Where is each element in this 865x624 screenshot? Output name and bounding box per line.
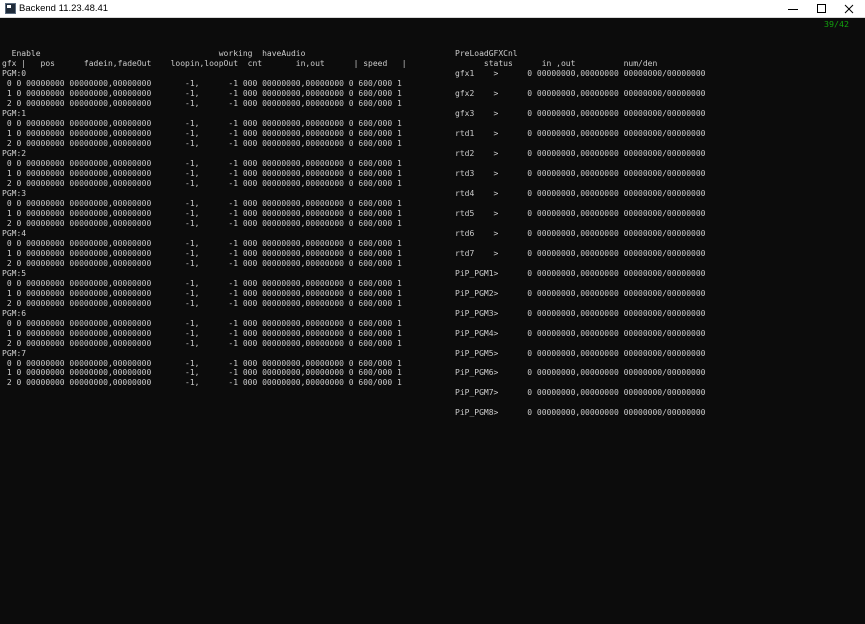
console-line: 2 0 00000000 00000000,00000000 -1, -1 00… <box>2 178 402 188</box>
console-line: 1 0 00000000 00000000,00000000 -1, -1 00… <box>2 88 402 98</box>
console-line: 1 0 00000000 00000000,00000000 -1, -1 00… <box>2 128 402 138</box>
close-button[interactable] <box>832 0 865 18</box>
console-line: 0 0 00000000 00000000,00000000 -1, -1 00… <box>2 78 402 88</box>
window-title: Backend 11.23.48.41 <box>19 3 109 14</box>
console-line: 1 0 00000000 00000000,00000000 -1, -1 00… <box>2 328 402 338</box>
console-line: gfx | pos fadein,fadeOut loopin,loopOut … <box>2 58 407 68</box>
console-line: Enable working haveAudio <box>2 48 306 58</box>
console-line: 0 0 00000000 00000000,00000000 -1, -1 00… <box>2 118 402 128</box>
console-line: 0 0 00000000 00000000,00000000 -1, -1 00… <box>2 198 402 208</box>
console-line: 2 0 00000000 00000000,00000000 -1, -1 00… <box>2 378 402 388</box>
console-line: 0 0 00000000 00000000,00000000 -1, -1 00… <box>2 238 402 248</box>
console-line: PiP_PGM2> 0 00000000,00000000 00000000/0… <box>455 288 706 298</box>
console-line: PiP_PGM1> 0 00000000,00000000 00000000/0… <box>455 268 706 278</box>
maximize-icon <box>816 4 826 13</box>
console-line: PiP_PGM5> 0 00000000,00000000 00000000/0… <box>455 348 706 358</box>
console-line: rtd7 > 0 00000000,00000000 00000000/0000… <box>455 248 706 258</box>
console-line: PiP_PGM6> 0 00000000,00000000 00000000/0… <box>455 368 706 378</box>
console-line: 2 0 00000000 00000000,00000000 -1, -1 00… <box>2 258 402 268</box>
console-line: 2 0 00000000 00000000,00000000 -1, -1 00… <box>2 218 402 228</box>
console-line: PGM:4 <box>2 228 27 238</box>
console-line: rtd5 > 0 00000000,00000000 00000000/0000… <box>455 208 706 218</box>
app-icon <box>5 3 16 14</box>
console-line: gfx2 > 0 00000000,00000000 00000000/0000… <box>455 88 706 98</box>
console-line: 0 0 00000000 00000000,00000000 -1, -1 00… <box>2 278 402 288</box>
console-line: 1 0 00000000 00000000,00000000 -1, -1 00… <box>2 208 402 218</box>
console-line: rtd3 > 0 00000000,00000000 00000000/0000… <box>455 168 706 178</box>
console-line: 1 0 00000000 00000000,00000000 -1, -1 00… <box>2 248 402 258</box>
console-line: PGM:2 <box>2 148 27 158</box>
progress-counter: 39/42 <box>824 19 849 29</box>
console-line: PGM:3 <box>2 188 27 198</box>
preload-gfx-channel-table: PreLoadGFXCnl status in ,out num/den gfx… <box>455 39 705 418</box>
console-line: 2 0 00000000 00000000,00000000 -1, -1 00… <box>2 338 402 348</box>
console-line: 1 0 00000000 00000000,00000000 -1, -1 00… <box>2 168 402 178</box>
pgm-status-table: Enable working haveAudio gfx | pos fadei… <box>2 39 407 388</box>
console-line: PGM:6 <box>2 308 27 318</box>
console-line: 2 0 00000000 00000000,00000000 -1, -1 00… <box>2 138 402 148</box>
console-line: PGM:5 <box>2 268 27 278</box>
console-line: PreLoadGFXCnl <box>455 48 518 58</box>
console-line: rtd1 > 0 00000000,00000000 00000000/0000… <box>455 128 706 138</box>
minimize-icon <box>787 9 798 10</box>
console-line: rtd6 > 0 00000000,00000000 00000000/0000… <box>455 228 706 238</box>
console-line: PGM:7 <box>2 348 27 358</box>
console-line: PiP_PGM8> 0 00000000,00000000 00000000/0… <box>455 408 706 418</box>
console-line: rtd4 > 0 00000000,00000000 00000000/0000… <box>455 188 706 198</box>
console-line: 0 0 00000000 00000000,00000000 -1, -1 00… <box>2 158 402 168</box>
console-line: 1 0 00000000 00000000,00000000 -1, -1 00… <box>2 368 402 378</box>
console-line: PiP_PGM3> 0 00000000,00000000 00000000/0… <box>455 308 706 318</box>
console-line: PiP_PGM7> 0 00000000,00000000 00000000/0… <box>455 388 706 398</box>
console-line: PiP_PGM4> 0 00000000,00000000 00000000/0… <box>455 328 706 338</box>
console-line: 2 0 00000000 00000000,00000000 -1, -1 00… <box>2 98 402 108</box>
title-bar[interactable]: Backend 11.23.48.41 <box>0 0 865 18</box>
console-line: gfx3 > 0 00000000,00000000 00000000/0000… <box>455 108 706 118</box>
console-line: 1 0 00000000 00000000,00000000 -1, -1 00… <box>2 288 402 298</box>
console-line: rtd2 > 0 00000000,00000000 00000000/0000… <box>455 148 706 158</box>
console-line: status in ,out num/den <box>455 58 658 68</box>
console-line: 0 0 00000000 00000000,00000000 -1, -1 00… <box>2 318 402 328</box>
console-line: gfx1 > 0 00000000,00000000 00000000/0000… <box>455 68 706 78</box>
console-line: PGM:1 <box>2 108 27 118</box>
close-icon <box>844 4 853 14</box>
console-line: 2 0 00000000 00000000,00000000 -1, -1 00… <box>2 298 402 308</box>
console-line: 0 0 00000000 00000000,00000000 -1, -1 00… <box>2 358 402 368</box>
console-line: PGM:0 <box>2 68 27 78</box>
console-area[interactable]: 39/42 Enable working haveAudio gfx | pos… <box>0 18 865 624</box>
